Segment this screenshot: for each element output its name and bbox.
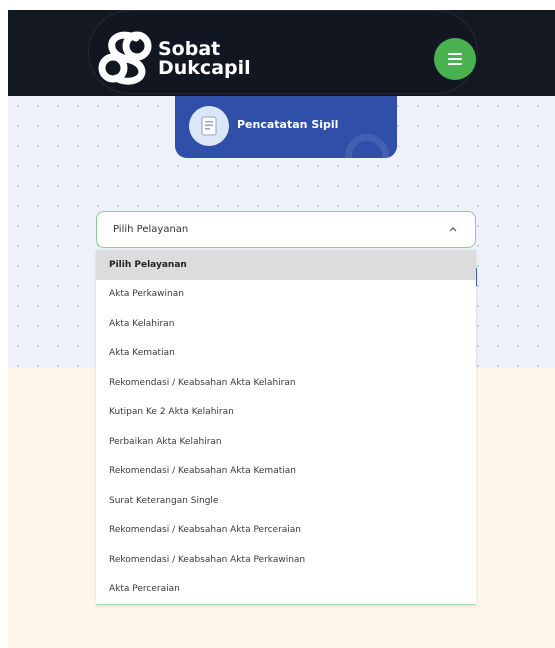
dropdown-option[interactable]: Pilih Pelayanan bbox=[96, 250, 476, 280]
document-icon bbox=[189, 106, 229, 146]
dropdown-option[interactable]: Perbaikan Akta Kelahiran bbox=[96, 427, 476, 457]
chevron-up-icon bbox=[449, 227, 457, 232]
logo-icon[interactable] bbox=[96, 28, 154, 86]
dropdown-option[interactable]: Akta Kematian bbox=[96, 339, 476, 369]
dropdown-option[interactable]: Surat Keterangan Single bbox=[96, 486, 476, 516]
hamburger-icon bbox=[448, 53, 462, 65]
decorative-ring bbox=[345, 134, 389, 158]
dropdown-option[interactable]: Akta Kelahiran bbox=[96, 309, 476, 339]
dropdown-option[interactable]: Rekomendasi / Keabsahan Akta Kematian bbox=[96, 457, 476, 487]
service-card-pencatatan-sipil[interactable]: Pencatatan Sipil bbox=[175, 96, 397, 158]
dropdown-option[interactable]: Akta Perceraian bbox=[96, 575, 476, 605]
dropdown-option[interactable]: Akta Perkawinan bbox=[96, 280, 476, 310]
brand-name[interactable]: Sobat Dukcapil bbox=[158, 40, 251, 78]
service-dropdown-list[interactable]: Pilih Pelayanan Akta Perkawinan Akta Kel… bbox=[96, 250, 476, 605]
dropdown-option[interactable]: Rekomendasi / Keabsahan Akta Perceraian bbox=[96, 516, 476, 546]
menu-button[interactable] bbox=[434, 38, 476, 80]
brand-line-2: Dukcapil bbox=[158, 57, 251, 79]
dropdown-option[interactable]: Kutipan Ke 2 Akta Kelahiran bbox=[96, 398, 476, 428]
service-card-label: Pencatatan Sipil bbox=[237, 118, 339, 131]
select-value: Pilih Pelayanan bbox=[113, 224, 189, 235]
service-select[interactable]: Pilih Pelayanan bbox=[96, 211, 476, 248]
dropdown-option[interactable]: Rekomendasi / Keabsahan Akta Perkawinan bbox=[96, 545, 476, 575]
dropdown-option[interactable]: Rekomendasi / Keabsahan Akta Kelahiran bbox=[96, 368, 476, 398]
